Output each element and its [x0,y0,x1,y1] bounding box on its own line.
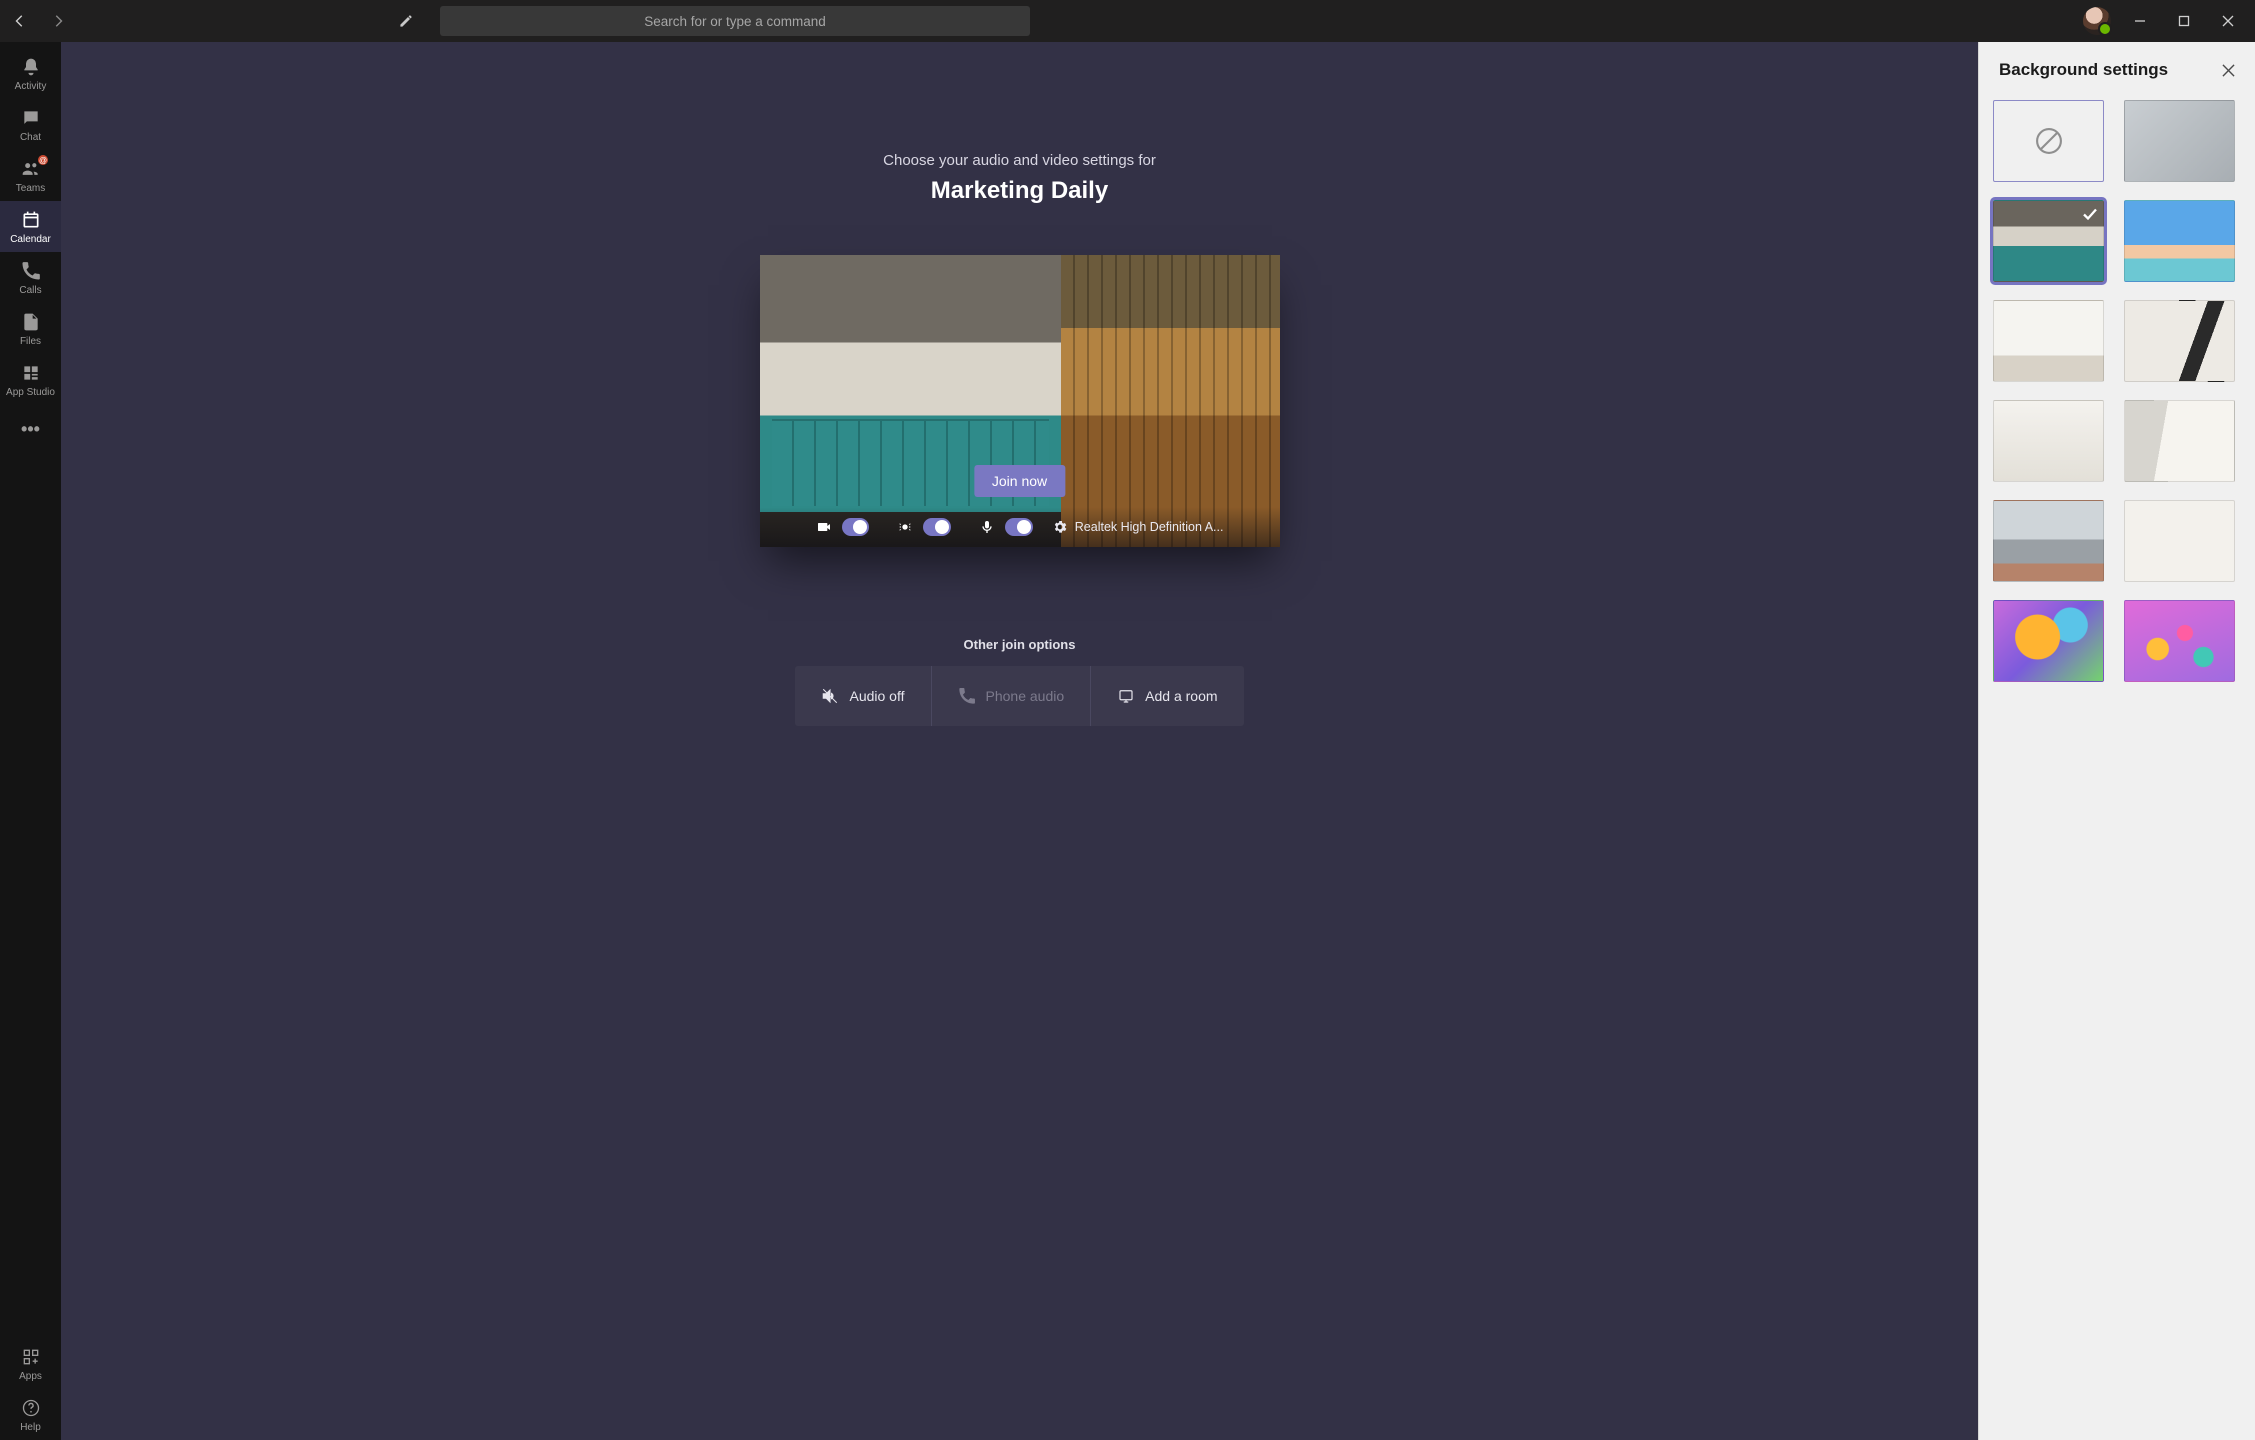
bg-tile-room2[interactable] [2124,300,2235,382]
prejoin-controls: Realtek High Definition A... [760,507,1280,547]
check-icon [2081,205,2099,223]
rail-item-teams[interactable]: Teams [0,150,61,201]
app-rail: Activity Chat Teams Calendar Calls Files… [0,42,61,1440]
phone-icon [20,260,42,282]
rail-more-button[interactable]: ••• [0,409,61,449]
profile-avatar[interactable] [2083,7,2111,35]
mention-badge [36,153,50,167]
video-preview-background [760,255,1280,547]
prejoin-caption: Choose your audio and video settings for [883,152,1156,169]
rail-label: Chat [20,132,41,143]
other-options: Audio off Phone audio Add a room [795,666,1243,726]
new-chat-button[interactable] [392,7,420,35]
chat-icon [20,107,42,129]
apps-icon [20,1346,42,1368]
rail-item-chat[interactable]: Chat [0,99,61,150]
window-close-button[interactable] [2213,9,2243,33]
search-input[interactable]: Search for or type a command [440,6,1030,36]
prejoin-screen: Choose your audio and video settings for… [61,42,1978,1440]
rail-label: Files [20,336,41,347]
close-icon [2222,15,2234,27]
audio-off-label: Audio off [849,688,904,704]
device-label-text: Realtek High Definition A... [1075,520,1224,534]
rail-item-calls[interactable]: Calls [0,252,61,303]
close-icon [2222,64,2235,77]
bg-tile-none[interactable] [1993,100,2104,182]
rail-item-app-studio[interactable]: App Studio [0,354,61,405]
files-icon [20,311,42,333]
window-minimize-button[interactable] [2125,9,2155,33]
rail-item-files[interactable]: Files [0,303,61,354]
minimize-icon [2134,15,2146,27]
panel-close-button[interactable] [2215,57,2241,83]
background-grid [1979,98,2255,696]
device-settings-button[interactable]: Realtek High Definition A... [1051,518,1224,536]
rail-label: Apps [19,1371,42,1382]
rail-item-help[interactable]: Help [0,1389,61,1440]
bg-tile-room4[interactable] [2124,400,2235,482]
search-placeholder: Search for or type a command [644,14,826,29]
microphone-icon [979,518,995,536]
bell-icon [20,56,42,78]
rail-item-apps[interactable]: Apps [0,1338,61,1389]
add-room-label: Add a room [1145,688,1217,704]
phone-audio-label: Phone audio [986,688,1065,704]
rail-label: Teams [16,183,45,194]
background-settings-panel: Background settings [1978,42,2255,1440]
bg-tile-room1[interactable] [1993,300,2104,382]
bg-tile-lockers[interactable] [1993,200,2104,282]
phone-audio-button: Phone audio [932,666,1091,726]
chevron-left-icon [13,14,27,28]
maximize-icon [2178,15,2190,27]
nav-forward-button[interactable] [44,7,72,35]
camera-toggle[interactable] [842,518,870,536]
camera-icon [816,518,832,536]
rail-item-activity[interactable]: Activity [0,48,61,99]
window-maximize-button[interactable] [2169,9,2199,33]
compose-icon [398,13,414,29]
nav-back-button[interactable] [6,7,34,35]
chevron-right-icon [51,14,65,28]
speaker-off-icon [821,687,839,705]
calendar-icon [20,209,42,231]
rail-label: Help [20,1422,41,1433]
audio-off-button[interactable]: Audio off [795,666,930,726]
bg-tile-blur[interactable] [2124,100,2235,182]
help-icon [20,1397,42,1419]
add-room-button[interactable]: Add a room [1091,666,1243,726]
none-icon [2032,124,2066,158]
panel-title: Background settings [1999,60,2168,80]
room-icon [1117,687,1135,705]
app-studio-icon [20,362,42,384]
join-now-button[interactable]: Join now [974,465,1065,497]
background-effects-toggle[interactable] [923,518,951,536]
background-effects-icon [897,518,913,536]
bg-tile-room3[interactable] [1993,400,2104,482]
rail-label: App Studio [6,387,55,398]
bg-tile-loft[interactable] [1993,500,2104,582]
gear-icon [1051,518,1069,536]
rail-label: Calls [19,285,41,296]
phone-icon [958,687,976,705]
bg-tile-balloons1[interactable] [1993,600,2104,682]
video-preview: Join now Realtek High Definition A... [760,255,1280,547]
rail-label: Calendar [10,234,51,245]
bg-tile-white[interactable] [2124,500,2235,582]
meeting-title: Marketing Daily [931,177,1108,205]
microphone-toggle[interactable] [1005,518,1033,536]
rail-item-calendar[interactable]: Calendar [0,201,61,252]
bg-tile-beach[interactable] [2124,200,2235,282]
title-bar: Search for or type a command [0,0,2255,42]
other-options-label: Other join options [964,637,1076,652]
bg-tile-balloons2[interactable] [2124,600,2235,682]
rail-label: Activity [15,81,47,92]
